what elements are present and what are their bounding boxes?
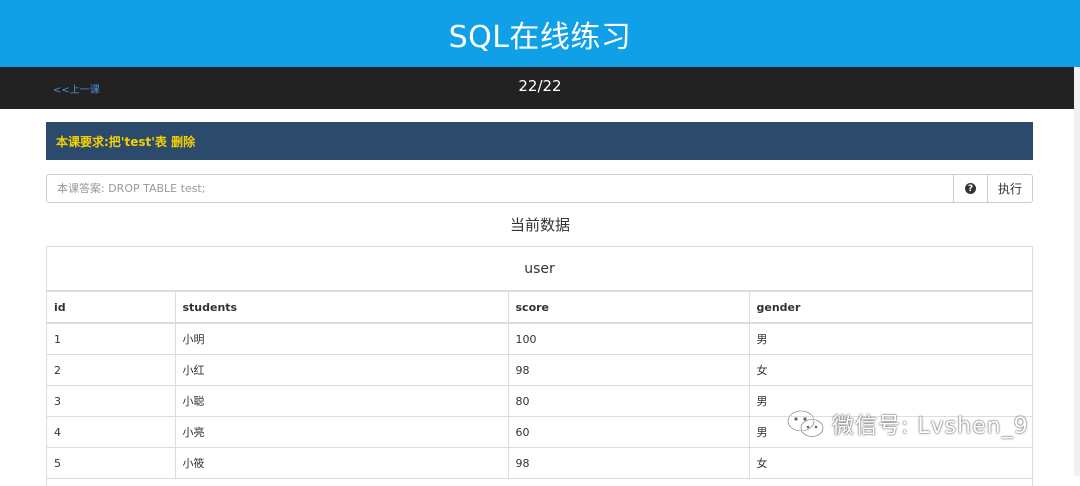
app-header: SQL在线练习 [0, 0, 1080, 67]
column-header-id: id [47, 292, 176, 324]
watermark: 微信号: Lvshen_9 [786, 408, 1029, 440]
cell-score: 80 [508, 385, 750, 417]
column-header-score: score [508, 292, 750, 324]
cell-students: 小筱 [175, 447, 509, 479]
execute-button[interactable]: 执行 [988, 174, 1033, 203]
lesson-requirement-banner: 本课要求:把'test'表 删除 [46, 122, 1033, 160]
cell-students: 小红 [175, 354, 509, 386]
data-table: id students score gender 1 小明 100 男 2 小红… [47, 292, 1032, 479]
cell-gender: 女 [749, 354, 1032, 386]
cell-students: 小明 [175, 323, 509, 355]
help-button[interactable]: ? [954, 174, 988, 203]
page-indicator: 22/22 [518, 77, 562, 95]
column-header-gender: gender [749, 292, 1032, 324]
data-table-panel: user id students score gender 1 小明 100 男… [46, 246, 1033, 486]
table-row: 5 小筱 98 女 [47, 447, 1032, 479]
page-title: SQL在线练习 [448, 19, 632, 55]
navbar: <<上一课 22/22 [0, 67, 1080, 109]
sql-answer-input[interactable] [46, 174, 954, 203]
cell-students: 小亮 [175, 416, 509, 448]
cell-id: 5 [47, 447, 176, 479]
table-header-row: id students score gender [47, 292, 1032, 324]
table-row: 2 小红 98 女 [47, 354, 1032, 386]
cell-gender: 女 [749, 447, 1032, 479]
cell-students: 小聪 [175, 385, 509, 417]
question-circle-icon: ? [965, 183, 976, 194]
cell-id: 4 [47, 416, 176, 448]
cell-score: 98 [508, 354, 750, 386]
cell-gender: 男 [749, 323, 1032, 355]
cell-score: 98 [508, 447, 750, 479]
cell-score: 60 [508, 416, 750, 448]
page-scrollbar[interactable] [1074, 67, 1080, 476]
watermark-text: 微信号: Lvshen_9 [832, 414, 1029, 439]
wechat-icon [787, 410, 824, 438]
answer-bar: ? 执行 [46, 174, 1033, 203]
lesson-requirement-text: 本课要求:把'test'表 删除 [56, 134, 196, 149]
cell-score: 100 [508, 323, 750, 355]
cell-id: 1 [47, 323, 176, 355]
cell-id: 2 [47, 354, 176, 386]
cell-id: 3 [47, 385, 176, 417]
table-name: user [47, 247, 1032, 292]
table-row: 1 小明 100 男 [47, 323, 1032, 355]
column-header-students: students [175, 292, 509, 324]
current-data-title: 当前数据 [509, 216, 570, 234]
